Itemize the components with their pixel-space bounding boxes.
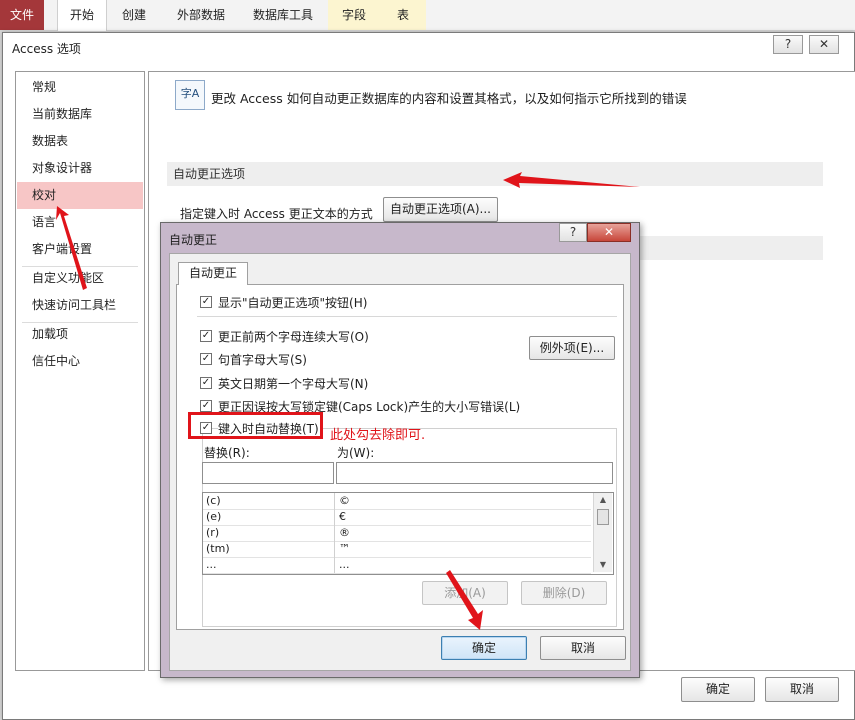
annotation-arrows xyxy=(56,172,640,630)
tab-autocorrect[interactable]: 自动更正 xyxy=(178,262,248,285)
arrow-to-ok-button xyxy=(446,570,483,630)
arrow-to-autocorrect-button xyxy=(503,172,640,188)
arrow-to-proofing-nav xyxy=(56,206,87,290)
